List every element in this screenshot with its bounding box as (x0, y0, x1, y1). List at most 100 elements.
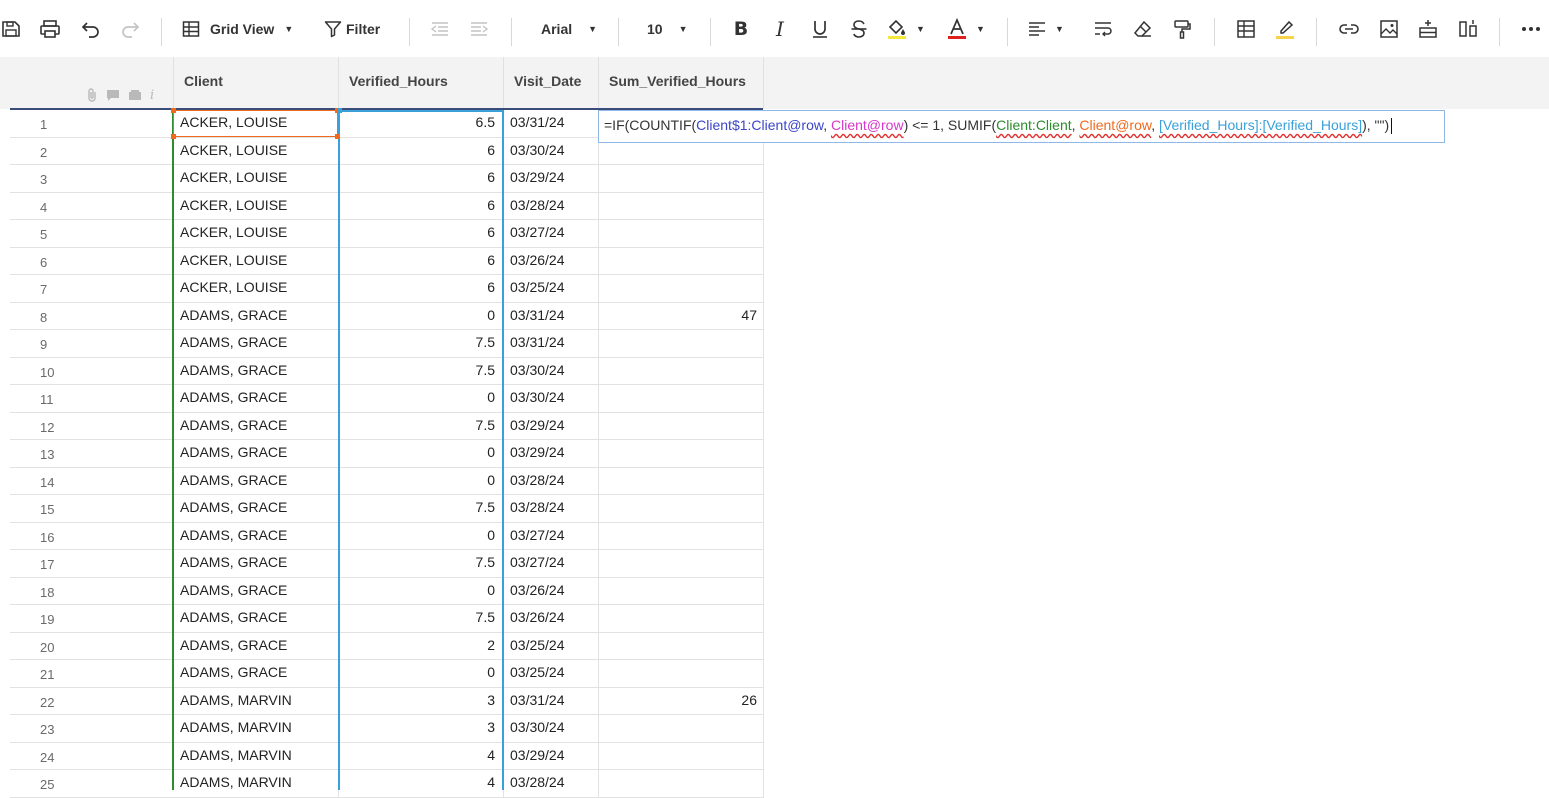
client-cell[interactable]: ADAMS, GRACE (174, 412, 339, 440)
verified-hours-cell[interactable]: 7.5 (339, 330, 504, 358)
verified-hours-cell[interactable]: 2 (339, 632, 504, 660)
verified-hours-cell[interactable]: 0 (339, 577, 504, 605)
visit-date-cell[interactable]: 03/29/24 (504, 440, 599, 468)
visit-date-cell[interactable]: 03/30/24 (504, 137, 599, 165)
client-cell[interactable]: ACKER, LOUISE (174, 220, 339, 248)
client-cell[interactable]: ADAMS, GRACE (174, 522, 339, 550)
formula-editor[interactable]: =IF(COUNTIF(Client$1:Client@row, Client@… (598, 110, 1445, 143)
client-cell[interactable]: ACKER, LOUISE (174, 247, 339, 275)
verified-hours-cell[interactable]: 0 (339, 522, 504, 550)
sum-verified-hours-cell[interactable] (599, 357, 764, 385)
image-icon[interactable] (1377, 0, 1401, 57)
sum-verified-hours-cell[interactable] (599, 275, 764, 303)
redo-icon[interactable] (118, 0, 142, 57)
filter-button[interactable]: Filter (324, 0, 388, 57)
strikethrough-icon[interactable] (847, 0, 871, 57)
verified-hours-cell[interactable]: 4 (339, 742, 504, 770)
underline-icon[interactable] (808, 0, 832, 57)
text-color-dropdown[interactable]: ▼ (946, 0, 992, 57)
client-cell[interactable]: ADAMS, GRACE (174, 357, 339, 385)
table-row[interactable]: 11 ADAMS, GRACE 0 03/30/24 (0, 385, 764, 413)
sum-verified-hours-cell[interactable] (599, 495, 764, 523)
table-row[interactable]: 17 ADAMS, GRACE 7.5 03/27/24 (0, 550, 764, 578)
column-header-sum-verified-hours[interactable]: Sum_Verified_Hours (599, 57, 764, 109)
visit-date-cell[interactable]: 03/28/24 (504, 192, 599, 220)
client-cell[interactable]: ADAMS, GRACE (174, 385, 339, 413)
visit-date-cell[interactable]: 03/26/24 (504, 247, 599, 275)
table-row[interactable]: 9 ADAMS, GRACE 7.5 03/31/24 (0, 330, 764, 358)
table-row[interactable]: 5 ACKER, LOUISE 6 03/27/24 (0, 220, 764, 248)
visit-date-cell[interactable]: 03/29/24 (504, 412, 599, 440)
verified-hours-cell[interactable]: 3 (339, 715, 504, 743)
column-header-verified-hours[interactable]: Verified_Hours (339, 57, 504, 109)
verified-hours-cell[interactable]: 3 (339, 687, 504, 715)
table-row[interactable]: 15 ADAMS, GRACE 7.5 03/28/24 (0, 495, 764, 523)
client-cell[interactable]: ACKER, LOUISE (174, 192, 339, 220)
client-cell[interactable]: ADAMS, GRACE (174, 550, 339, 578)
sum-verified-hours-cell[interactable] (599, 165, 764, 193)
sum-verified-hours-cell[interactable] (599, 385, 764, 413)
font-size-dropdown[interactable]: 10 ▼ (640, 0, 690, 57)
wrap-text-icon[interactable] (1091, 0, 1115, 57)
sum-verified-hours-cell[interactable] (599, 742, 764, 770)
sum-verified-hours-cell[interactable] (599, 605, 764, 633)
italic-icon[interactable]: I (768, 0, 792, 57)
link-icon[interactable] (1337, 0, 1361, 57)
sum-verified-hours-cell[interactable] (599, 770, 764, 798)
visit-date-cell[interactable]: 03/28/24 (504, 770, 599, 798)
verified-hours-cell[interactable]: 7.5 (339, 605, 504, 633)
visit-date-cell[interactable]: 03/28/24 (504, 495, 599, 523)
visit-date-cell[interactable]: 03/30/24 (504, 357, 599, 385)
verified-hours-cell[interactable]: 0 (339, 302, 504, 330)
table-row[interactable]: 12 ADAMS, GRACE 7.5 03/29/24 (0, 412, 764, 440)
verified-hours-cell[interactable]: 6 (339, 220, 504, 248)
verified-hours-cell[interactable]: 0 (339, 660, 504, 688)
align-dropdown[interactable]: ▼ (1027, 0, 1073, 57)
visit-date-cell[interactable]: 03/29/24 (504, 742, 599, 770)
visit-date-cell[interactable]: 03/31/24 (504, 302, 599, 330)
reference-handle[interactable] (337, 108, 342, 113)
visit-date-cell[interactable]: 03/30/24 (504, 715, 599, 743)
table-row[interactable]: 6 ACKER, LOUISE 6 03/26/24 (0, 247, 764, 275)
reference-handle[interactable] (335, 134, 340, 139)
verified-hours-cell[interactable]: 6 (339, 137, 504, 165)
client-cell[interactable]: ADAMS, GRACE (174, 440, 339, 468)
verified-hours-cell[interactable]: 0 (339, 467, 504, 495)
table-row[interactable]: 13 ADAMS, GRACE 0 03/29/24 (0, 440, 764, 468)
visit-date-cell[interactable]: 03/27/24 (504, 522, 599, 550)
visit-date-cell[interactable]: 03/26/24 (504, 605, 599, 633)
client-cell[interactable]: ADAMS, MARVIN (174, 742, 339, 770)
verified-hours-cell[interactable]: 4 (339, 770, 504, 798)
client-cell[interactable]: ADAMS, GRACE (174, 632, 339, 660)
client-cell[interactable]: ADAMS, GRACE (174, 330, 339, 358)
table-row[interactable]: 19 ADAMS, GRACE 7.5 03/26/24 (0, 605, 764, 633)
sum-verified-hours-cell[interactable] (599, 522, 764, 550)
sum-verified-hours-cell[interactable] (599, 220, 764, 248)
client-cell[interactable]: ADAMS, GRACE (174, 605, 339, 633)
sum-verified-hours-cell[interactable] (599, 440, 764, 468)
column-header-visit-date[interactable]: Visit_Date (504, 57, 599, 109)
grid-view-dropdown[interactable]: Grid View ▼ (182, 0, 306, 57)
reference-handle[interactable] (171, 134, 176, 139)
table-row[interactable]: 10 ADAMS, GRACE 7.5 03/30/24 (0, 357, 764, 385)
verified-hours-cell[interactable]: 6.5 (339, 110, 504, 138)
sum-verified-hours-cell[interactable] (599, 412, 764, 440)
client-cell[interactable]: ADAMS, MARVIN (174, 770, 339, 798)
client-cell[interactable]: ACKER, LOUISE (174, 275, 339, 303)
client-cell[interactable]: ADAMS, GRACE (174, 577, 339, 605)
fill-color-dropdown[interactable]: ▼ (886, 0, 932, 57)
format-painter-icon[interactable] (1170, 0, 1194, 57)
table-format-icon[interactable] (1234, 0, 1258, 57)
visit-date-cell[interactable]: 03/31/24 (504, 687, 599, 715)
sum-verified-hours-cell[interactable] (599, 577, 764, 605)
visit-date-cell[interactable]: 03/25/24 (504, 660, 599, 688)
font-family-dropdown[interactable]: Arial ▼ (535, 0, 599, 57)
table-row[interactable]: 3 ACKER, LOUISE 6 03/29/24 (0, 165, 764, 193)
table-row[interactable]: 8 ADAMS, GRACE 0 03/31/24 47 (0, 302, 764, 330)
table-row[interactable]: 18 ADAMS, GRACE 0 03/26/24 (0, 577, 764, 605)
visit-date-cell[interactable]: 03/27/24 (504, 550, 599, 578)
sum-verified-hours-cell[interactable] (599, 715, 764, 743)
sum-verified-hours-cell[interactable] (599, 467, 764, 495)
visit-date-cell[interactable]: 03/30/24 (504, 385, 599, 413)
table-row[interactable]: 21 ADAMS, GRACE 0 03/25/24 (0, 660, 764, 688)
